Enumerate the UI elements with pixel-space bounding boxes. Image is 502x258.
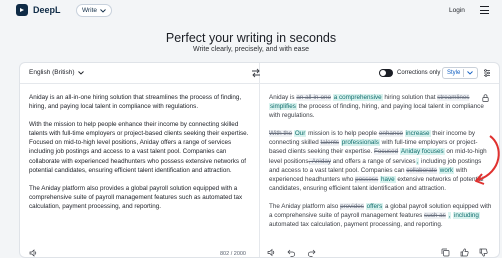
output-paragraph: The Aniday platform also provides offers… [269,202,493,229]
product-selector-label: Write [82,7,98,14]
language-selector[interactable]: English (British) [29,69,84,76]
deleted-text[interactable]: enhance [378,130,403,138]
deleted-text[interactable]: With the [269,130,293,138]
copy-icon[interactable] [441,248,450,257]
column-divider [259,63,260,257]
deleted-text[interactable]: streamlines [437,94,470,101]
inserted-text[interactable]: have [379,175,396,183]
redo-icon[interactable] [307,248,316,257]
product-selector[interactable]: Write [76,4,113,17]
output-paragraph: With the Our mission is to help people e… [269,129,493,193]
inserted-text[interactable]: including [453,212,480,220]
style-button[interactable]: Style [442,67,479,79]
settings-icon[interactable] [483,69,491,77]
speaker-icon[interactable] [267,248,276,257]
deepl-logo[interactable]: DeepL [16,4,61,16]
source-textarea[interactable]: Aniday is an all-in-one hiring solution … [29,93,253,220]
inserted-text[interactable]: offers [365,202,384,210]
inserted-text[interactable]: professionals [340,139,380,147]
annotation-arrow [475,135,500,185]
chevron-down-icon [100,8,106,13]
improved-output[interactable]: Aniday is an all-in-one a comprehensive … [269,93,493,238]
inserted-text[interactable]: Aniday focuses [399,148,445,156]
header-divider [20,83,499,84]
swap-icon[interactable] [251,68,261,78]
style-separator [463,69,465,77]
deleted-text[interactable]: such as [424,212,446,220]
style-label: Style [447,70,461,76]
thumbs-up-icon[interactable] [460,248,469,257]
page-subtitle: Write clearly, precisely, and with ease [193,46,309,53]
inserted-text[interactable]: increase [404,130,431,138]
language-label: English (British) [29,69,75,76]
inserted-text[interactable]: work [438,166,455,174]
source-paragraph: With the mission to help people enhance … [29,121,249,174]
source-paragraph: Aniday is an all-in-one hiring solution … [29,94,242,111]
output-text: hiring solution that [382,94,438,101]
output-paragraph: Aniday is an all-in-one a comprehensive … [269,93,493,120]
source-paragraph: The Aniday platform also provides a glob… [29,184,243,210]
corrections-label: Corrections only [397,70,441,76]
deleted-text[interactable]: provides [340,202,364,210]
output-text: mission is to help people [306,130,379,138]
login-link[interactable]: Login [449,7,465,14]
output-text: The Aniday platform also [269,202,341,210]
inserted-text[interactable]: a comprehensive [332,94,383,101]
output-text: automated tax calculation, payment proce… [269,221,443,229]
character-counter: 802 / 2000 [220,251,246,257]
deleted-text[interactable]: talents [320,139,340,147]
deleted-text[interactable]: an all-in-one [296,94,331,101]
deleted-text[interactable]: possess [355,175,379,183]
deepl-logo-icon [16,4,28,16]
deleted-text[interactable]: collaborate [406,166,438,174]
lock-icon[interactable] [482,94,489,102]
deleted-text[interactable]: Focused [374,148,399,156]
corrections-toggle[interactable] [379,69,393,77]
thumbs-down-icon[interactable] [479,248,488,257]
output-text: the process of finding, hiring, and payi… [269,103,484,120]
corrections-toggle-group[interactable]: Corrections only [379,69,440,77]
chevron-down-icon [77,70,84,75]
deleted-text[interactable]: , Aniday [308,157,331,165]
output-text: Aniday is [269,94,297,101]
menu-icon[interactable] [480,6,489,14]
output-toolbar-left [267,248,316,257]
output-text: and offers a range of services [330,157,416,165]
undo-icon[interactable] [287,248,296,257]
inserted-text[interactable]: Our [293,130,307,138]
page-title: Perfect your writing in seconds [165,31,337,45]
output-toolbar-right [441,248,488,257]
top-bar: DeepL Write Login [0,0,502,22]
speaker-icon[interactable] [29,249,38,257]
chevron-down-icon [467,71,474,75]
editor-panel: English (British) Corrections only Style… [19,62,500,258]
inserted-text[interactable]: simplifies [269,103,297,111]
brand-name: DeepL [33,5,61,15]
